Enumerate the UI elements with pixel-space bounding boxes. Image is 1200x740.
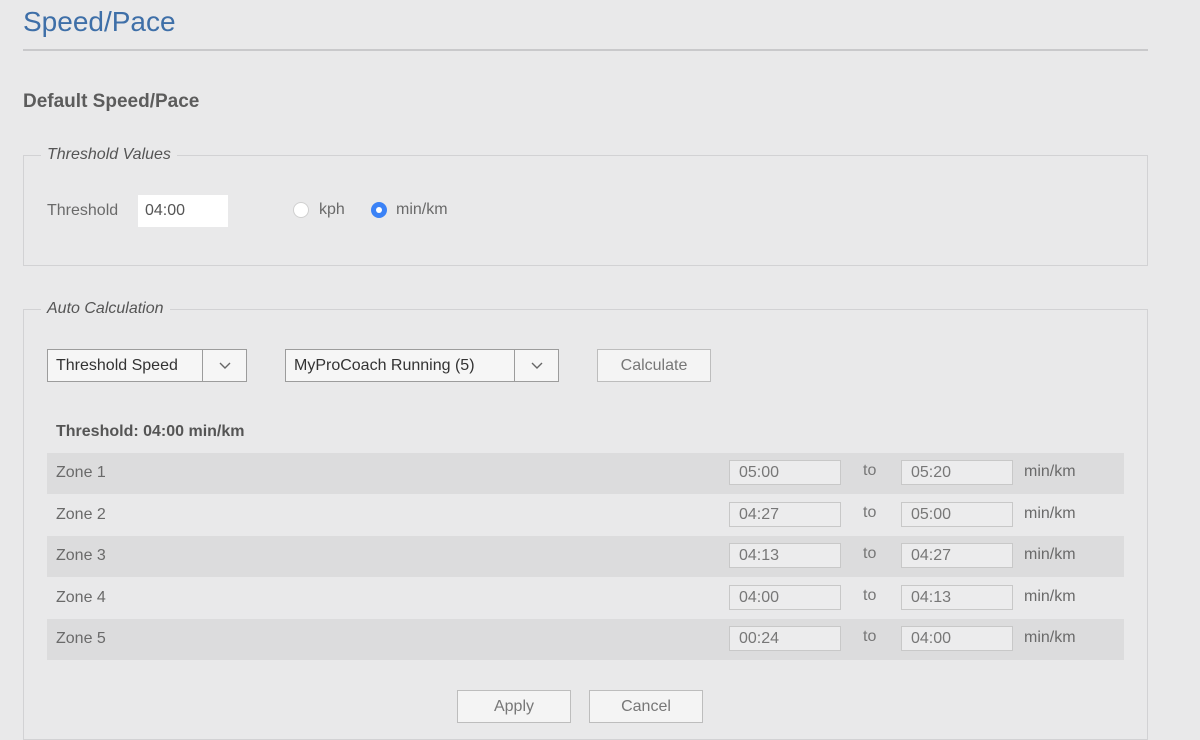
auto-calculation-legend: Auto Calculation bbox=[47, 300, 164, 317]
zone-from-field[interactable]: 00:24 bbox=[729, 626, 841, 651]
cancel-button[interactable]: Cancel bbox=[589, 690, 703, 723]
zone-from-field[interactable]: 04:27 bbox=[729, 502, 841, 527]
unit-kph-radio[interactable] bbox=[293, 202, 309, 218]
chevron-down-icon[interactable] bbox=[202, 350, 246, 381]
title-divider bbox=[23, 49, 1148, 51]
zone-from-field[interactable]: 04:13 bbox=[729, 543, 841, 568]
zone-row: Zone 2 04:27 to 05:00 min/km bbox=[47, 495, 1124, 536]
page-title: Speed/Pace bbox=[23, 6, 176, 37]
zone-to-label: to bbox=[863, 504, 877, 521]
threshold-values-legend: Threshold Values bbox=[47, 146, 171, 163]
threshold-summary: Threshold: 04:00 min/km bbox=[56, 423, 245, 440]
chevron-down-icon[interactable] bbox=[514, 350, 558, 381]
zone-name: Zone 1 bbox=[56, 464, 106, 481]
calculate-button[interactable]: Calculate bbox=[597, 349, 711, 382]
zone-from-field[interactable]: 04:00 bbox=[729, 585, 841, 610]
unit-min-km-radio[interactable] bbox=[371, 202, 387, 218]
zone-unit-label: min/km bbox=[1024, 505, 1076, 522]
unit-min-km-label[interactable]: min/km bbox=[396, 201, 448, 219]
zone-to-field[interactable]: 05:20 bbox=[901, 460, 1013, 485]
zone-name: Zone 3 bbox=[56, 547, 106, 564]
zone-unit-label: min/km bbox=[1024, 546, 1076, 563]
zone-row: Zone 1 05:00 to 05:20 min/km bbox=[47, 453, 1124, 494]
zone-row: Zone 3 04:13 to 04:27 min/km bbox=[47, 536, 1124, 577]
section-heading: Default Speed/Pace bbox=[23, 91, 200, 112]
zone-to-label: to bbox=[863, 545, 877, 562]
zone-unit-label: min/km bbox=[1024, 463, 1076, 480]
threshold-label: Threshold bbox=[47, 202, 119, 219]
zone-from-field[interactable]: 05:00 bbox=[729, 460, 841, 485]
apply-button[interactable]: Apply bbox=[457, 690, 571, 723]
zone-to-label: to bbox=[863, 462, 877, 479]
unit-kph-label[interactable]: kph bbox=[319, 201, 345, 219]
zone-name: Zone 5 bbox=[56, 630, 106, 647]
zone-name: Zone 4 bbox=[56, 589, 106, 606]
zone-unit-label: min/km bbox=[1024, 588, 1076, 605]
zone-to-label: to bbox=[863, 587, 877, 604]
zone-to-field[interactable]: 04:27 bbox=[901, 543, 1013, 568]
zone-to-field[interactable]: 04:13 bbox=[901, 585, 1013, 610]
zone-name: Zone 2 bbox=[56, 506, 106, 523]
zone-to-label: to bbox=[863, 628, 877, 645]
calculation-method-select[interactable]: Threshold Speed bbox=[47, 349, 247, 382]
zone-to-field[interactable]: 05:00 bbox=[901, 502, 1013, 527]
zone-model-value: MyProCoach Running (5) bbox=[294, 356, 475, 374]
zone-row: Zone 5 00:24 to 04:00 min/km bbox=[47, 619, 1124, 660]
threshold-input[interactable]: 04:00 bbox=[138, 195, 228, 227]
zone-model-select[interactable]: MyProCoach Running (5) bbox=[285, 349, 559, 382]
zone-to-field[interactable]: 04:00 bbox=[901, 626, 1013, 651]
zone-unit-label: min/km bbox=[1024, 629, 1076, 646]
zone-row: Zone 4 04:00 to 04:13 min/km bbox=[47, 578, 1124, 619]
calculation-method-value: Threshold Speed bbox=[56, 356, 178, 374]
